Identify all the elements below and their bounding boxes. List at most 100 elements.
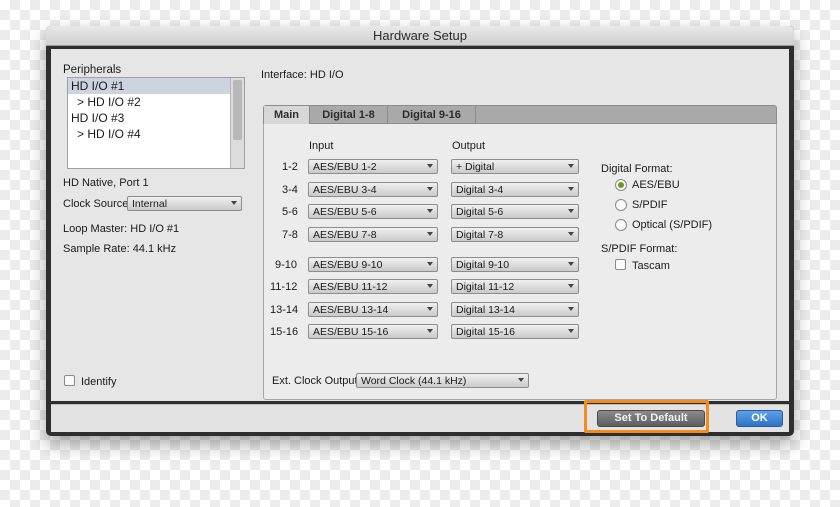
port-label: HD Native, Port 1 (63, 177, 149, 189)
radio-aes-ebu[interactable] (615, 179, 627, 191)
chevron-down-icon (568, 262, 574, 266)
dialog-body: Peripherals HD I/O #1 > HD I/O #2 HD I/O… (51, 49, 789, 401)
list-scrollbar[interactable] (230, 78, 244, 168)
tab-digital-1-8[interactable]: Digital 1-8 (310, 106, 388, 124)
peripherals-heading: Peripherals (63, 64, 122, 76)
chevron-down-icon (231, 201, 237, 205)
channel-label: 1-2 (282, 161, 298, 173)
ext-clock-label: Ext. Clock Output: (272, 375, 361, 387)
chevron-down-icon (568, 232, 574, 236)
chevron-down-icon (568, 209, 574, 213)
channel-label: 9-10 (275, 259, 298, 271)
tascam-checkbox[interactable] (615, 259, 626, 270)
output-select[interactable]: Digital 7-8 (451, 227, 579, 242)
list-item[interactable]: > HD I/O #4 (68, 126, 244, 142)
channel-label: 5-6 (282, 206, 298, 218)
chevron-down-icon (427, 284, 433, 288)
radio-spdif[interactable] (615, 199, 627, 211)
output-value: Digital 11-12 (456, 281, 515, 293)
output-value: Digital 9-10 (456, 259, 510, 271)
channel-label: 15-16 (270, 326, 299, 338)
output-select[interactable]: Digital 3-4 (451, 182, 579, 197)
scroll-thumb[interactable] (233, 80, 242, 140)
clock-source-label: Clock Source: (63, 198, 132, 210)
channel-label: 7-8 (282, 229, 298, 241)
chevron-down-icon (568, 307, 574, 311)
input-value: AES/EBU 5-6 (313, 206, 377, 218)
chevron-down-icon (427, 164, 433, 168)
radio-label: S/PDIF (632, 199, 668, 211)
identify-label: Identify (81, 376, 117, 388)
input-select[interactable]: AES/EBU 1-2 (308, 159, 438, 174)
ext-clock-select[interactable]: Word Clock (44.1 kHz) (356, 373, 529, 388)
tab-main[interactable]: Main (264, 106, 310, 124)
chevron-down-icon (427, 209, 433, 213)
input-value: AES/EBU 15-16 (313, 326, 389, 338)
chevron-down-icon (568, 329, 574, 333)
output-select[interactable]: + Digital (451, 159, 579, 174)
chevron-down-icon (568, 284, 574, 288)
chevron-down-icon (568, 164, 574, 168)
channel-label: 11-12 (270, 281, 298, 293)
output-header: Output (452, 140, 486, 152)
output-select[interactable]: Digital 9-10 (451, 257, 579, 272)
output-value: Digital 3-4 (456, 184, 504, 196)
input-value: AES/EBU 7-8 (313, 229, 377, 241)
input-header: Input (309, 140, 334, 152)
input-value: AES/EBU 1-2 (313, 161, 377, 173)
identify-checkbox[interactable] (64, 375, 75, 386)
input-value: AES/EBU 11-12 (313, 281, 388, 293)
output-value: Digital 5-6 (456, 206, 504, 218)
input-select[interactable]: AES/EBU 15-16 (308, 324, 438, 339)
chevron-down-icon (427, 329, 433, 333)
main-panel (263, 106, 777, 400)
output-value: + Digital (456, 161, 495, 173)
output-value: Digital 13-14 (456, 304, 515, 316)
chevron-down-icon (427, 262, 433, 266)
window-title: Hardware Setup (46, 26, 794, 46)
input-value: AES/EBU 3-4 (313, 184, 377, 196)
hardware-setup-window: Hardware Setup Peripherals HD I/O #1 > H… (46, 26, 794, 436)
clock-source-select[interactable]: Internal (127, 196, 242, 211)
tascam-label: Tascam (632, 260, 670, 272)
input-value: AES/EBU 9-10 (313, 259, 383, 271)
input-select[interactable]: AES/EBU 11-12 (308, 279, 438, 294)
chevron-down-icon (427, 307, 433, 311)
input-select[interactable]: AES/EBU 9-10 (308, 257, 438, 272)
output-select[interactable]: Digital 5-6 (451, 204, 579, 219)
ext-clock-value: Word Clock (44.1 kHz) (361, 375, 467, 387)
spdif-format-label: S/PDIF Format: (601, 243, 678, 255)
radio-label: AES/EBU (632, 179, 680, 191)
radio-optical-spdif[interactable] (615, 219, 627, 231)
list-item[interactable]: HD I/O #3 (68, 110, 244, 126)
channel-label: 3-4 (282, 184, 298, 196)
output-select[interactable]: Digital 13-14 (451, 302, 579, 317)
chevron-down-icon (568, 187, 574, 191)
radio-label: Optical (S/PDIF) (632, 219, 713, 231)
list-item[interactable]: > HD I/O #2 (68, 94, 244, 110)
clock-source-value: Internal (132, 198, 168, 210)
interface-label: Interface: HD I/O (261, 69, 344, 81)
chevron-down-icon (427, 232, 433, 236)
output-select[interactable]: Digital 15-16 (451, 324, 579, 339)
loop-master-label: Loop Master: HD I/O #1 (63, 223, 180, 235)
ok-button[interactable]: OK (736, 410, 783, 427)
channel-label: 13-14 (270, 304, 299, 316)
list-item[interactable]: HD I/O #1 (68, 78, 244, 94)
output-select[interactable]: Digital 11-12 (451, 279, 579, 294)
sample-rate-label: Sample Rate: 44.1 kHz (63, 243, 177, 255)
chevron-down-icon (427, 187, 433, 191)
output-value: Digital 15-16 (456, 326, 515, 338)
input-select[interactable]: AES/EBU 5-6 (308, 204, 438, 219)
output-value: Digital 7-8 (456, 229, 504, 241)
input-select[interactable]: AES/EBU 3-4 (308, 182, 438, 197)
peripherals-list[interactable]: HD I/O #1 > HD I/O #2 HD I/O #3 > HD I/O… (67, 77, 245, 169)
input-value: AES/EBU 13-14 (313, 304, 389, 316)
input-select[interactable]: AES/EBU 7-8 (308, 227, 438, 242)
input-select[interactable]: AES/EBU 13-14 (308, 302, 438, 317)
chevron-down-icon (518, 378, 524, 382)
tab-bar: Main Digital 1-8 Digital 9-16 (263, 105, 777, 124)
highlight-box (584, 400, 709, 433)
tab-digital-9-16[interactable]: Digital 9-16 (388, 106, 476, 124)
digital-format-label: Digital Format: (601, 163, 673, 175)
